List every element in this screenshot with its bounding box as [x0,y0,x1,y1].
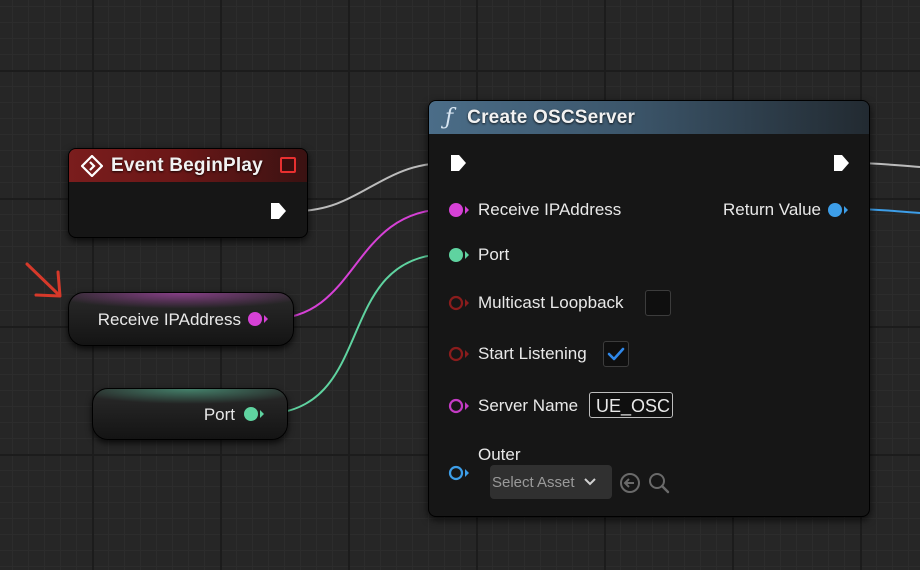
red-arrow-icon [25,262,62,298]
create-oscserver-node[interactable]: ƒ Create OSCServer Receive IPAddress Ret… [428,100,870,517]
receive-ipaddress-input-pin[interactable] [448,202,470,218]
multicast-loopback-checkbox[interactable] [645,290,671,316]
event-node-header[interactable]: Event BeginPlay [69,149,307,182]
function-node-title: Create OSCServer [467,106,636,128]
chevron-down-icon [583,478,596,486]
port-label: Port [478,245,510,264]
multicast-loopback-input-pin[interactable] [448,295,470,311]
variable-node-receive-ipaddress[interactable]: Receive IPAddress [68,292,294,346]
return-value-label: Return Value [723,200,821,219]
checkmark-icon [607,347,625,361]
start-listening-input-pin[interactable] [448,346,470,362]
exec-wire [295,162,448,212]
function-node-header[interactable]: ƒ Create OSCServer [429,101,869,134]
int-output-pin[interactable] [243,406,265,422]
outer-input-pin[interactable] [448,465,470,481]
multicast-loopback-label: Multicast Loopback [478,293,624,312]
arrow-left-circle-icon[interactable] [619,472,641,494]
start-listening-label: Start Listening [478,344,587,363]
server-name-input-pin[interactable] [448,398,470,414]
delegate-square-icon[interactable] [280,157,296,173]
diamond-icon [81,154,103,177]
variable-label: Receive IPAddress [97,310,241,329]
port-input-pin[interactable] [448,247,470,263]
variable-node-port[interactable]: Port [92,388,288,440]
exec-input-pin[interactable] [449,154,467,172]
exec-output-pin[interactable] [269,202,287,220]
select-asset-label: Select Asset [492,473,575,491]
receive-ipaddress-label: Receive IPAddress [478,200,622,219]
function-f-icon: ƒ [445,105,454,130]
search-icon[interactable] [648,472,670,494]
outer-label: Outer [478,445,521,464]
server-name-field[interactable]: UE_OSC [589,392,673,418]
variable-label: Port [203,405,235,424]
server-name-label: Server Name [478,396,579,415]
return-value-output-pin[interactable] [827,202,849,218]
exec-output-pin[interactable] [832,154,850,172]
event-node-title: Event BeginPlay [111,154,263,176]
select-asset-dropdown[interactable]: Select Asset [490,465,612,499]
string-output-pin[interactable] [247,311,269,327]
event-beginplay-node[interactable]: Event BeginPlay [68,148,308,238]
start-listening-checkbox[interactable] [603,341,629,367]
